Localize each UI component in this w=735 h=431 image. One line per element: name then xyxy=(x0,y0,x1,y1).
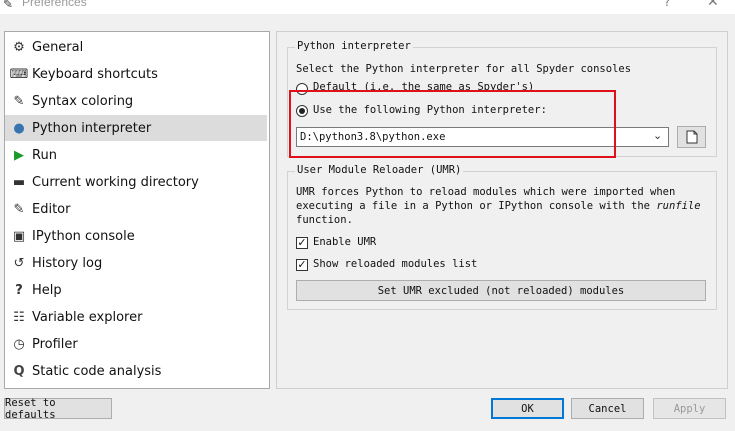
umr-description-runfile: runfile xyxy=(656,200,701,212)
sidebar-item-editor[interactable]: ✎ Editor xyxy=(5,196,267,222)
sidebar-item-label: Profiler xyxy=(32,336,78,352)
sidebar-item-label: History log xyxy=(32,255,103,271)
reset-to-defaults-button[interactable]: Reset to defaults xyxy=(4,397,112,421)
sidebar-item-label: Static code analysis xyxy=(32,363,162,379)
sidebar-item-general[interactable]: ⚙ General xyxy=(5,34,267,60)
title-bar: ✎ Preferences ? ✕ xyxy=(0,0,735,14)
window-title: Preferences xyxy=(22,0,87,9)
show-reloaded-modules-label: Show reloaded modules list xyxy=(313,258,478,270)
interpreter-path-combobox[interactable]: D:\python3.8\python.exe ⌄ xyxy=(296,127,669,147)
sidebar-item-python-interpreter[interactable]: ● Python interpreter xyxy=(5,115,267,141)
sidebar-item-label: Editor xyxy=(32,201,71,217)
custom-interpreter-radio[interactable] xyxy=(296,105,308,117)
sidebar-item-label: Variable explorer xyxy=(32,309,143,325)
chevron-down-icon[interactable]: ⌄ xyxy=(653,129,662,142)
ipython-icon: ▣ xyxy=(12,228,26,244)
file-icon xyxy=(686,130,697,144)
table-icon: ☷ xyxy=(13,309,25,325)
umr-group-title: User Module Reloader (UMR) xyxy=(295,164,464,176)
python-icon: ● xyxy=(13,120,25,136)
sidebar-item-current-working-directory[interactable]: ▬ Current working directory xyxy=(5,169,267,195)
enable-umr-label: Enable UMR xyxy=(313,236,377,248)
sidebar-item-history-log[interactable]: ↺ History log xyxy=(5,250,267,276)
sidebar-item-label: IPython console xyxy=(32,228,135,244)
search-icon: Q xyxy=(13,363,25,379)
default-interpreter-radio[interactable] xyxy=(296,83,308,95)
preferences-sidebar: ⚙ General ⌨ Keyboard shortcuts ✎ Syntax … xyxy=(4,31,270,389)
apply-button[interactable]: Apply xyxy=(653,398,726,419)
sidebar-item-label: Syntax coloring xyxy=(32,93,134,109)
umr-description-line2-text: executing a file in a Python or IPython … xyxy=(296,200,657,212)
close-window-button[interactable]: ✕ xyxy=(707,0,719,10)
umr-description-line2: executing a file in a Python or IPython … xyxy=(296,200,701,212)
edit-icon: ✎ xyxy=(13,201,25,217)
sidebar-item-label: Python interpreter xyxy=(32,120,152,136)
folder-icon: ▬ xyxy=(12,174,26,190)
custom-interpreter-label: Use the following Python interpreter: xyxy=(313,104,547,116)
sidebar-item-variable-explorer[interactable]: ☷ Variable explorer xyxy=(5,304,267,330)
sidebar-item-label: Keyboard shortcuts xyxy=(32,66,158,82)
sidebar-item-ipython-console[interactable]: ▣ IPython console xyxy=(5,223,267,249)
interpreter-path-value: D:\python3.8\python.exe xyxy=(300,131,446,143)
default-interpreter-label: Default (i.e. the same as Spyder's) xyxy=(313,81,535,93)
umr-excluded-modules-button[interactable]: Set UMR excluded (not reloaded) modules xyxy=(296,280,706,301)
umr-description-line1: UMR forces Python to reload modules whic… xyxy=(296,186,676,198)
help-icon: ? xyxy=(15,282,23,298)
umr-description-line3: function. xyxy=(296,214,353,226)
clock-icon: ◷ xyxy=(13,336,25,352)
interpreter-description: Select the Python interpreter for all Sp… xyxy=(296,63,632,75)
cancel-button[interactable]: Cancel xyxy=(571,398,644,419)
gear-icon: ⚙ xyxy=(13,39,25,55)
browse-file-button[interactable] xyxy=(677,126,706,148)
sidebar-item-help[interactable]: ? Help xyxy=(5,277,267,303)
keyboard-icon: ⌨ xyxy=(9,66,29,82)
help-title-button[interactable]: ? xyxy=(664,0,670,9)
show-reloaded-modules-checkbox[interactable]: ✓ xyxy=(296,259,308,271)
sidebar-item-static-code-analysis[interactable]: Q Static code analysis xyxy=(5,358,267,384)
sidebar-item-label: Current working directory xyxy=(32,174,199,190)
dropper-icon: ✎ xyxy=(13,93,25,109)
sidebar-item-label: Run xyxy=(32,147,57,163)
python-interpreter-group-title: Python interpreter xyxy=(295,40,413,52)
sidebar-item-label: Help xyxy=(32,282,62,298)
enable-umr-checkbox[interactable]: ✓ xyxy=(296,237,308,249)
sidebar-item-syntax-coloring[interactable]: ✎ Syntax coloring xyxy=(5,88,267,114)
ok-button[interactable]: OK xyxy=(491,398,564,419)
sidebar-item-keyboard-shortcuts[interactable]: ⌨ Keyboard shortcuts xyxy=(5,61,267,87)
sidebar-item-profiler[interactable]: ◷ Profiler xyxy=(5,331,267,357)
sidebar-item-label: General xyxy=(32,39,84,55)
play-icon: ▶ xyxy=(14,147,24,163)
wrench-icon: ✎ xyxy=(3,0,14,11)
history-icon: ↺ xyxy=(13,255,25,271)
sidebar-item-run[interactable]: ▶ Run xyxy=(5,142,267,168)
